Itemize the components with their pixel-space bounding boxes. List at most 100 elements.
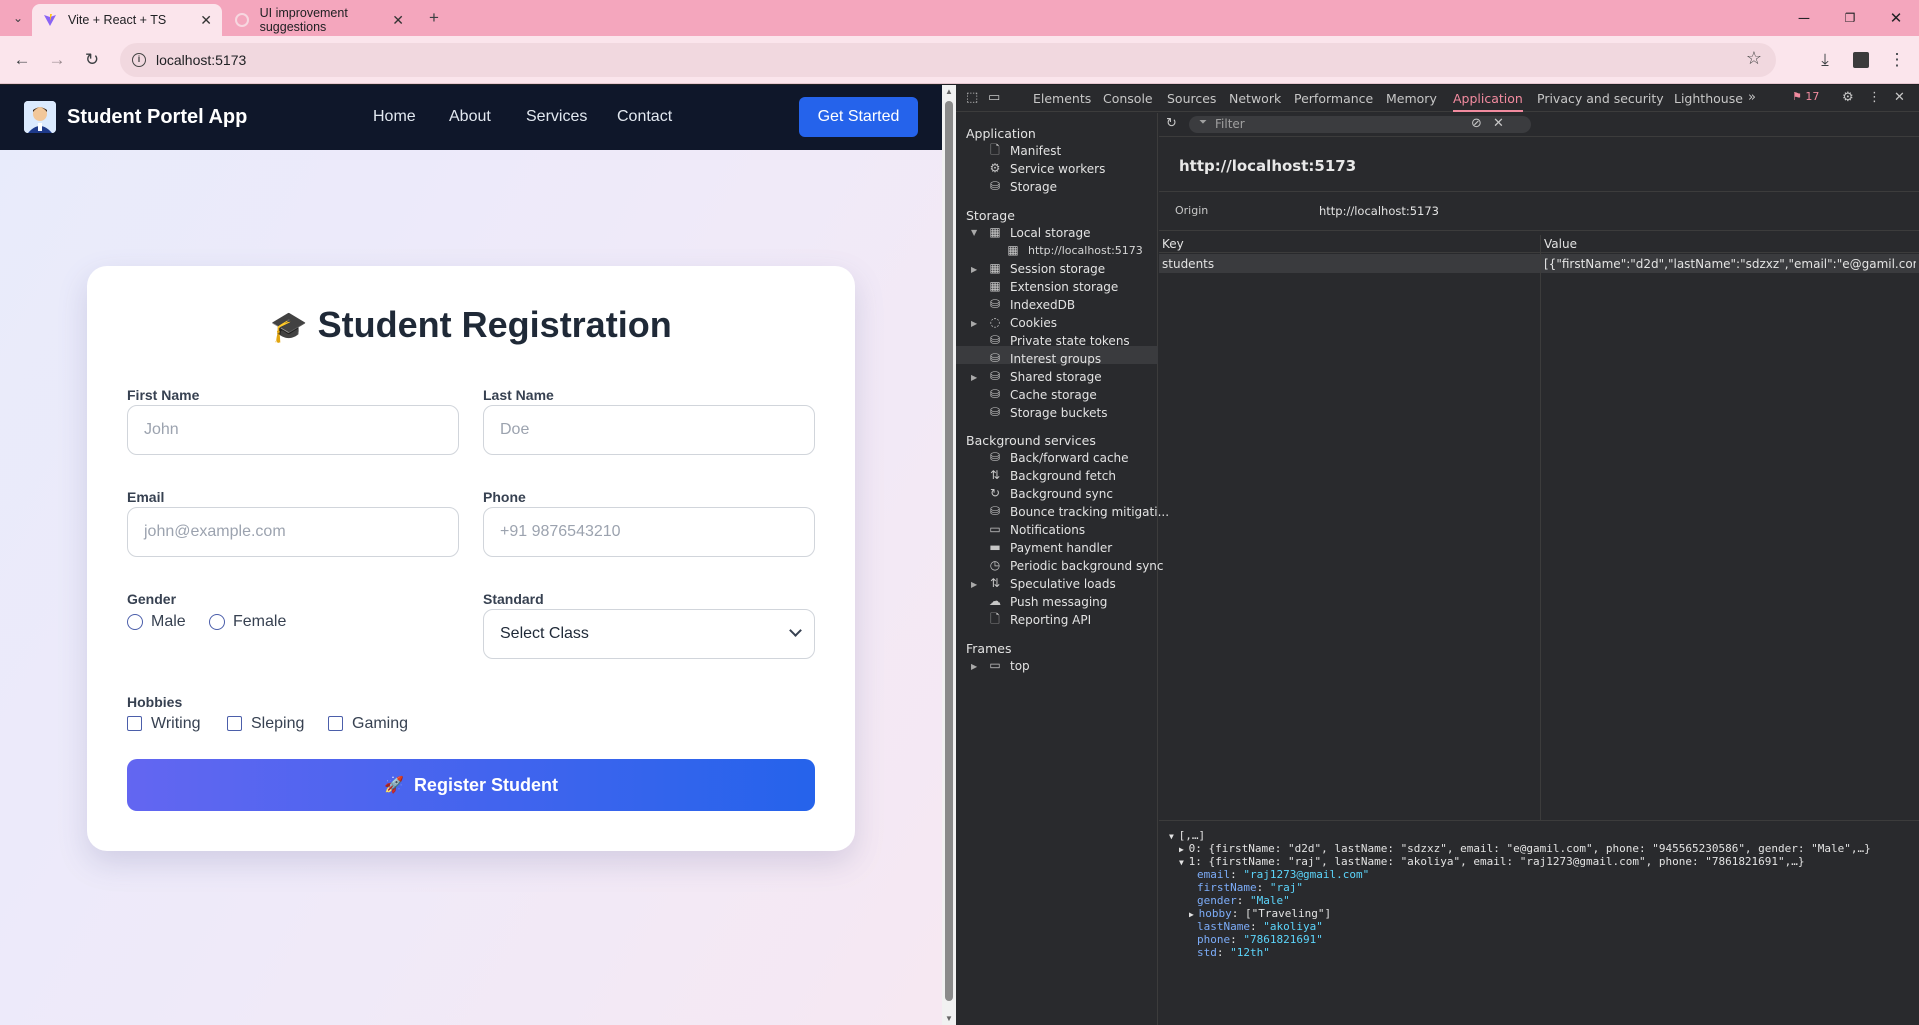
device-toolbar-icon[interactable]: ▭ — [988, 90, 1000, 105]
first-name-input[interactable]: John — [127, 405, 459, 455]
browser-menu-icon[interactable]: ⋮ — [1883, 46, 1911, 74]
sidebar-item-background-sync[interactable]: Background sync — [1010, 487, 1113, 501]
column-divider[interactable] — [1540, 235, 1541, 820]
download-icon[interactable]: ⤓ — [1811, 46, 1839, 74]
close-tab-icon[interactable]: ✕ — [200, 12, 212, 29]
page-scrollbar[interactable]: ▲ ▼ — [942, 85, 956, 1025]
sidebar-item-interest-groups[interactable]: Interest groups — [1010, 352, 1101, 366]
scrollbar-thumb[interactable] — [945, 101, 953, 1001]
sidebar-item-cookies[interactable]: Cookies — [1010, 316, 1057, 330]
value-column-header[interactable]: Value — [1544, 237, 1577, 251]
devtools-tab-privacy[interactable]: Privacy and security — [1537, 91, 1664, 106]
cloud-icon: ☁ — [989, 594, 1001, 608]
address-bar[interactable]: i localhost:5173 ☆ — [120, 43, 1776, 77]
devtools-tab-memory[interactable]: Memory — [1386, 91, 1437, 106]
scroll-up-icon[interactable]: ▲ — [945, 87, 953, 96]
sidebar-item-periodic-sync[interactable]: Periodic background sync — [1010, 559, 1164, 573]
forward-icon[interactable]: → — [43, 46, 71, 74]
email-input[interactable]: john@example.com — [127, 507, 459, 557]
devtools-tab-performance[interactable]: Performance — [1294, 91, 1373, 106]
sidebar-item-bounce-tracking[interactable]: Bounce tracking mitigati... — [1010, 505, 1169, 519]
sidebar-item-notifications[interactable]: Notifications — [1010, 523, 1085, 537]
sidebar-item-local-origin[interactable]: http://localhost:5173 — [1028, 244, 1143, 257]
sidebar-item-local-storage[interactable]: Local storage — [1010, 226, 1091, 240]
nav-services[interactable]: Services — [526, 108, 587, 126]
close-tab-icon[interactable]: ✕ — [392, 12, 404, 29]
sidebar-item-frame-top[interactable]: top — [1010, 659, 1030, 673]
sidebar-item-bfcache[interactable]: Back/forward cache — [1010, 451, 1129, 465]
app-brand[interactable]: Student Portel App — [67, 106, 247, 129]
standard-select[interactable]: Select Class — [483, 609, 815, 659]
collapsed-triangle-icon[interactable]: ▶ — [971, 662, 977, 671]
restore-icon[interactable]: ❐ — [1827, 0, 1873, 36]
clear-all-icon[interactable]: ⊘ — [1471, 116, 1482, 131]
hobby-gaming-checkbox[interactable] — [328, 716, 343, 731]
new-tab-icon[interactable]: + — [420, 4, 448, 32]
devtools-tab-network[interactable]: Network — [1229, 91, 1281, 106]
devtools-tab-elements[interactable]: Elements — [1033, 91, 1091, 106]
more-tabs-icon[interactable]: » — [1748, 90, 1756, 105]
last-name-input[interactable]: Doe — [483, 405, 815, 455]
hobby-sleping-checkbox[interactable] — [227, 716, 242, 731]
expanded-triangle-icon[interactable]: ▼ — [971, 228, 977, 237]
sidebar-item-session-storage[interactable]: Session storage — [1010, 262, 1105, 276]
bookmark-star-icon[interactable]: ☆ — [1746, 48, 1762, 69]
devtools-menu-icon[interactable]: ⋮ — [1868, 90, 1881, 105]
phone-input[interactable]: +91 9876543210 — [483, 507, 815, 557]
refresh-icon[interactable]: ↻ — [1166, 116, 1177, 131]
sidebar-item-storage[interactable]: Storage — [1010, 180, 1057, 194]
register-student-button[interactable]: 🚀 Register Student — [127, 759, 815, 811]
collapsed-triangle-icon[interactable]: ▶ — [971, 580, 977, 589]
hobby-writing-checkbox[interactable] — [127, 716, 142, 731]
sidebar-item-background-fetch[interactable]: Background fetch — [1010, 469, 1116, 483]
preview-item-0[interactable]: ▶ 0: {firstName: "d2d", lastName: "sdzxz… — [1179, 842, 1871, 855]
sidebar-item-cache-storage[interactable]: Cache storage — [1010, 388, 1097, 402]
preview-field[interactable]: ▶ hobby: ["Traveling"] — [1189, 907, 1331, 920]
collapsed-triangle-icon[interactable]: ▶ — [971, 319, 977, 328]
sidebar-item-extension-storage[interactable]: Extension storage — [1010, 280, 1118, 294]
collapsed-triangle-icon[interactable]: ▶ — [971, 373, 977, 382]
sidebar-item-private-state-tokens[interactable]: Private state tokens — [1010, 334, 1130, 348]
scroll-down-icon[interactable]: ▼ — [945, 1014, 953, 1023]
sidebar-item-storage-buckets[interactable]: Storage buckets — [1010, 406, 1107, 420]
tab-ui-suggestions[interactable]: UI improvement suggestions ✕ — [224, 4, 414, 36]
sidebar-item-payment-handler[interactable]: Payment handler — [1010, 541, 1112, 555]
sidebar-item-reporting-api[interactable]: Reporting API — [1010, 613, 1091, 627]
delete-selected-icon[interactable]: ✕ — [1493, 116, 1504, 131]
sidebar-item-push-messaging[interactable]: Push messaging — [1010, 595, 1107, 609]
devtools-tab-console[interactable]: Console — [1103, 91, 1153, 106]
close-devtools-icon[interactable]: ✕ — [1894, 90, 1905, 105]
devtools-tab-sources[interactable]: Sources — [1167, 91, 1216, 106]
nav-about[interactable]: About — [449, 108, 491, 126]
extension-icon[interactable] — [1847, 46, 1875, 74]
settings-gear-icon[interactable]: ⚙ — [1842, 90, 1854, 105]
collapsed-triangle-icon[interactable]: ▶ — [971, 265, 977, 274]
devtools-tab-lighthouse[interactable]: Lighthouse — [1674, 91, 1743, 106]
preview-item-1[interactable]: ▼ 1: {firstName: "raj", lastName: "akoli… — [1179, 855, 1805, 868]
gender-female-radio[interactable] — [209, 614, 225, 630]
window-close-icon[interactable]: ✕ — [1873, 0, 1919, 36]
back-icon[interactable]: ← — [8, 46, 36, 74]
site-info-icon[interactable]: i — [132, 53, 146, 67]
devtools-tab-application[interactable]: Application — [1453, 91, 1523, 112]
tab-search-icon[interactable]: ⌄ — [4, 4, 32, 32]
key-column-header[interactable]: Key — [1162, 237, 1184, 251]
storage-table-row[interactable]: students [{"firstName":"d2d","lastName":… — [1159, 254, 1919, 273]
preview-root-row[interactable]: ▼ [,…] — [1169, 829, 1205, 842]
tab-vite-react[interactable]: Vite + React + TS ✕ — [32, 4, 222, 36]
sidebar-item-manifest[interactable]: Manifest — [1010, 144, 1061, 158]
reload-icon[interactable]: ↻ — [78, 46, 106, 74]
sidebar-item-shared-storage[interactable]: Shared storage — [1010, 370, 1102, 384]
nav-contact[interactable]: Contact — [617, 108, 672, 126]
sidebar-item-service-workers[interactable]: Service workers — [1010, 162, 1105, 176]
sidebar-item-indexeddb[interactable]: IndexedDB — [1010, 298, 1075, 312]
get-started-button[interactable]: Get Started — [799, 97, 918, 137]
inspect-element-icon[interactable]: ⬚ — [966, 90, 978, 105]
filter-funnel-icon: ⏷ — [1199, 117, 1207, 128]
student-logo-icon[interactable] — [24, 101, 56, 133]
sidebar-item-speculative-loads[interactable]: Speculative loads — [1010, 577, 1116, 591]
gender-male-radio[interactable] — [127, 614, 143, 630]
nav-home[interactable]: Home — [373, 108, 416, 126]
issues-badge[interactable]: ⚑ 17 — [1792, 90, 1819, 103]
minimize-icon[interactable]: ─ — [1781, 0, 1827, 36]
